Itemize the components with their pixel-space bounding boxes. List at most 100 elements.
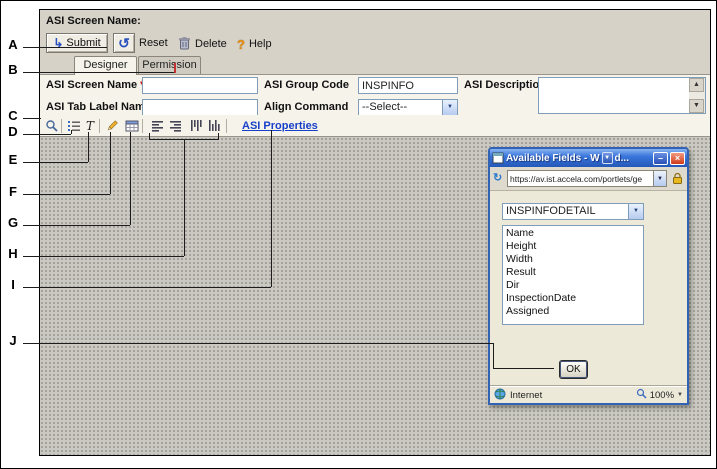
annotation-line <box>88 132 89 162</box>
field-item[interactable]: Height <box>503 240 643 253</box>
submit-button[interactable]: ↳ Submit <box>46 33 108 53</box>
annotation-line <box>23 118 41 119</box>
fields-listbox[interactable]: Name Height Width Result Dir InspectionD… <box>502 225 644 325</box>
align-left-icon[interactable] <box>150 118 166 134</box>
status-bar: Internet 100% ▼ <box>490 386 687 403</box>
delete-button[interactable]: Delete <box>178 34 227 54</box>
help-button[interactable]: ? Help <box>237 34 272 54</box>
group-code-input[interactable] <box>358 77 458 94</box>
zoom-level: 100% <box>650 390 674 401</box>
annotation-line <box>71 130 72 134</box>
align-bottom-icon[interactable] <box>206 118 222 134</box>
lock-icon[interactable] <box>669 171 685 186</box>
field-group-value: INSPINFODETAIL <box>506 205 596 217</box>
zoom-control[interactable]: 100% ▼ <box>636 388 683 402</box>
annotation-line <box>23 287 271 288</box>
annotation-line <box>23 162 88 163</box>
minimize-button[interactable]: – <box>653 152 668 165</box>
separator <box>99 119 100 133</box>
delete-label: Delete <box>195 38 227 50</box>
screen-name-input[interactable] <box>142 77 258 94</box>
window-title: ASI Screen Name: <box>46 15 141 27</box>
trash-icon <box>178 36 191 53</box>
separator <box>142 119 143 133</box>
annotation-line <box>184 139 185 256</box>
annotation-line <box>110 132 111 194</box>
field-item[interactable]: Assigned <box>503 305 643 318</box>
popup-title-suffix: d... <box>615 153 629 164</box>
available-fields-window: Available Fields - W ▼ d... – × ↻ https:… <box>488 147 689 405</box>
annotation-label-e: E <box>5 152 21 167</box>
screenshot-root: A B C D E F G H I J ASI Screen Name: ↳ S… <box>0 0 717 469</box>
reset-button[interactable]: ↺ Reset <box>113 33 168 53</box>
field-item[interactable]: Name <box>503 227 643 240</box>
popup-title: Available Fields - W <box>506 153 600 164</box>
zone-label: Internet <box>510 390 542 401</box>
help-label: Help <box>249 38 272 50</box>
annotation-line <box>493 343 494 368</box>
format-toolbar: T ASI Properties <box>40 115 710 137</box>
annotation-label-c: C <box>5 108 21 123</box>
italic-text-icon[interactable]: T <box>82 118 98 134</box>
popup-titlebar[interactable]: Available Fields - W ▼ d... – × <box>490 149 687 167</box>
align-right-icon[interactable] <box>168 118 184 134</box>
zoom-dropdown-icon: ▼ <box>677 392 683 398</box>
screen-name-label-text: ASI Screen Name <box>46 79 137 91</box>
align-top-icon[interactable] <box>188 118 204 134</box>
ok-button[interactable]: OK <box>560 361 587 378</box>
field-item[interactable]: Dir <box>503 279 643 292</box>
close-icon[interactable]: × <box>670 152 685 165</box>
tab-label-name-text: ASI Tab Label Name <box>46 101 151 113</box>
annotation-line <box>218 133 219 139</box>
annotation-line <box>23 256 184 257</box>
group-code-label: ASI Group Code <box>264 79 349 91</box>
annotation-line <box>493 368 554 369</box>
annotation-line <box>271 130 272 287</box>
field-item[interactable]: Width <box>503 253 643 266</box>
scroll-up-icon[interactable]: ▲ <box>689 78 704 92</box>
annotation-line <box>130 132 131 225</box>
annotation-label-h: H <box>5 246 21 261</box>
align-command-label: Align Command <box>264 101 348 113</box>
table-icon[interactable] <box>124 118 140 134</box>
screen-name-label: ASI Screen Name* <box>46 79 144 91</box>
pencil-icon[interactable] <box>104 118 120 134</box>
align-command-select[interactable]: --Select-- ▼ <box>358 99 458 116</box>
chevron-down-icon: ▼ <box>628 204 643 219</box>
address-input[interactable]: https://av.ist.accela.com/portlets/ge <box>507 170 654 187</box>
align-command-value: --Select-- <box>362 101 407 113</box>
annotation-line <box>23 194 110 195</box>
numbered-list-icon[interactable] <box>66 118 82 134</box>
title-truncation-icon: ▼ <box>602 152 613 164</box>
annotation-red-tick <box>174 63 176 73</box>
scroll-down-icon[interactable]: ▼ <box>689 99 704 113</box>
reset-icon: ↺ <box>118 36 130 50</box>
address-bar: ↻ https://av.ist.accela.com/portlets/ge … <box>490 167 687 191</box>
annotation-label-g: G <box>5 215 21 230</box>
address-url: https://av.ist.accela.com/portlets/ge <box>510 174 642 184</box>
annotation-line <box>149 133 150 139</box>
internet-zone-icon <box>494 388 506 403</box>
description-textarea[interactable]: ▲ ▼ <box>538 77 706 114</box>
annotation-label-f: F <box>5 184 21 199</box>
refresh-icon: ↻ <box>493 171 502 184</box>
field-item[interactable]: InspectionDate <box>503 292 643 305</box>
address-dropdown-icon[interactable]: ▼ <box>654 170 667 187</box>
annotation-label-b: B <box>5 62 21 77</box>
textarea-scrollbar[interactable]: ▲ ▼ <box>689 78 705 113</box>
popup-body: INSPINFODETAIL ▼ Name Height Width Resul… <box>490 191 687 386</box>
annotation-label-i: I <box>5 277 21 292</box>
window-icon <box>492 152 504 164</box>
field-item[interactable]: Result <box>503 266 643 279</box>
separator <box>61 119 62 133</box>
form-area: ASI Screen Name* ASI Group Code ASI Desc… <box>40 74 710 115</box>
asi-properties-link[interactable]: ASI Properties <box>242 120 318 132</box>
tab-label-input[interactable] <box>142 99 258 116</box>
annotation-label-j: J <box>5 333 21 348</box>
zoom-tool-icon[interactable] <box>44 118 60 134</box>
annotation-line <box>23 72 175 73</box>
reset-icon-box: ↺ <box>113 33 135 53</box>
zoom-icon <box>636 388 647 402</box>
svg-text:T: T <box>86 119 95 133</box>
field-group-select[interactable]: INSPINFODETAIL ▼ <box>502 203 644 220</box>
